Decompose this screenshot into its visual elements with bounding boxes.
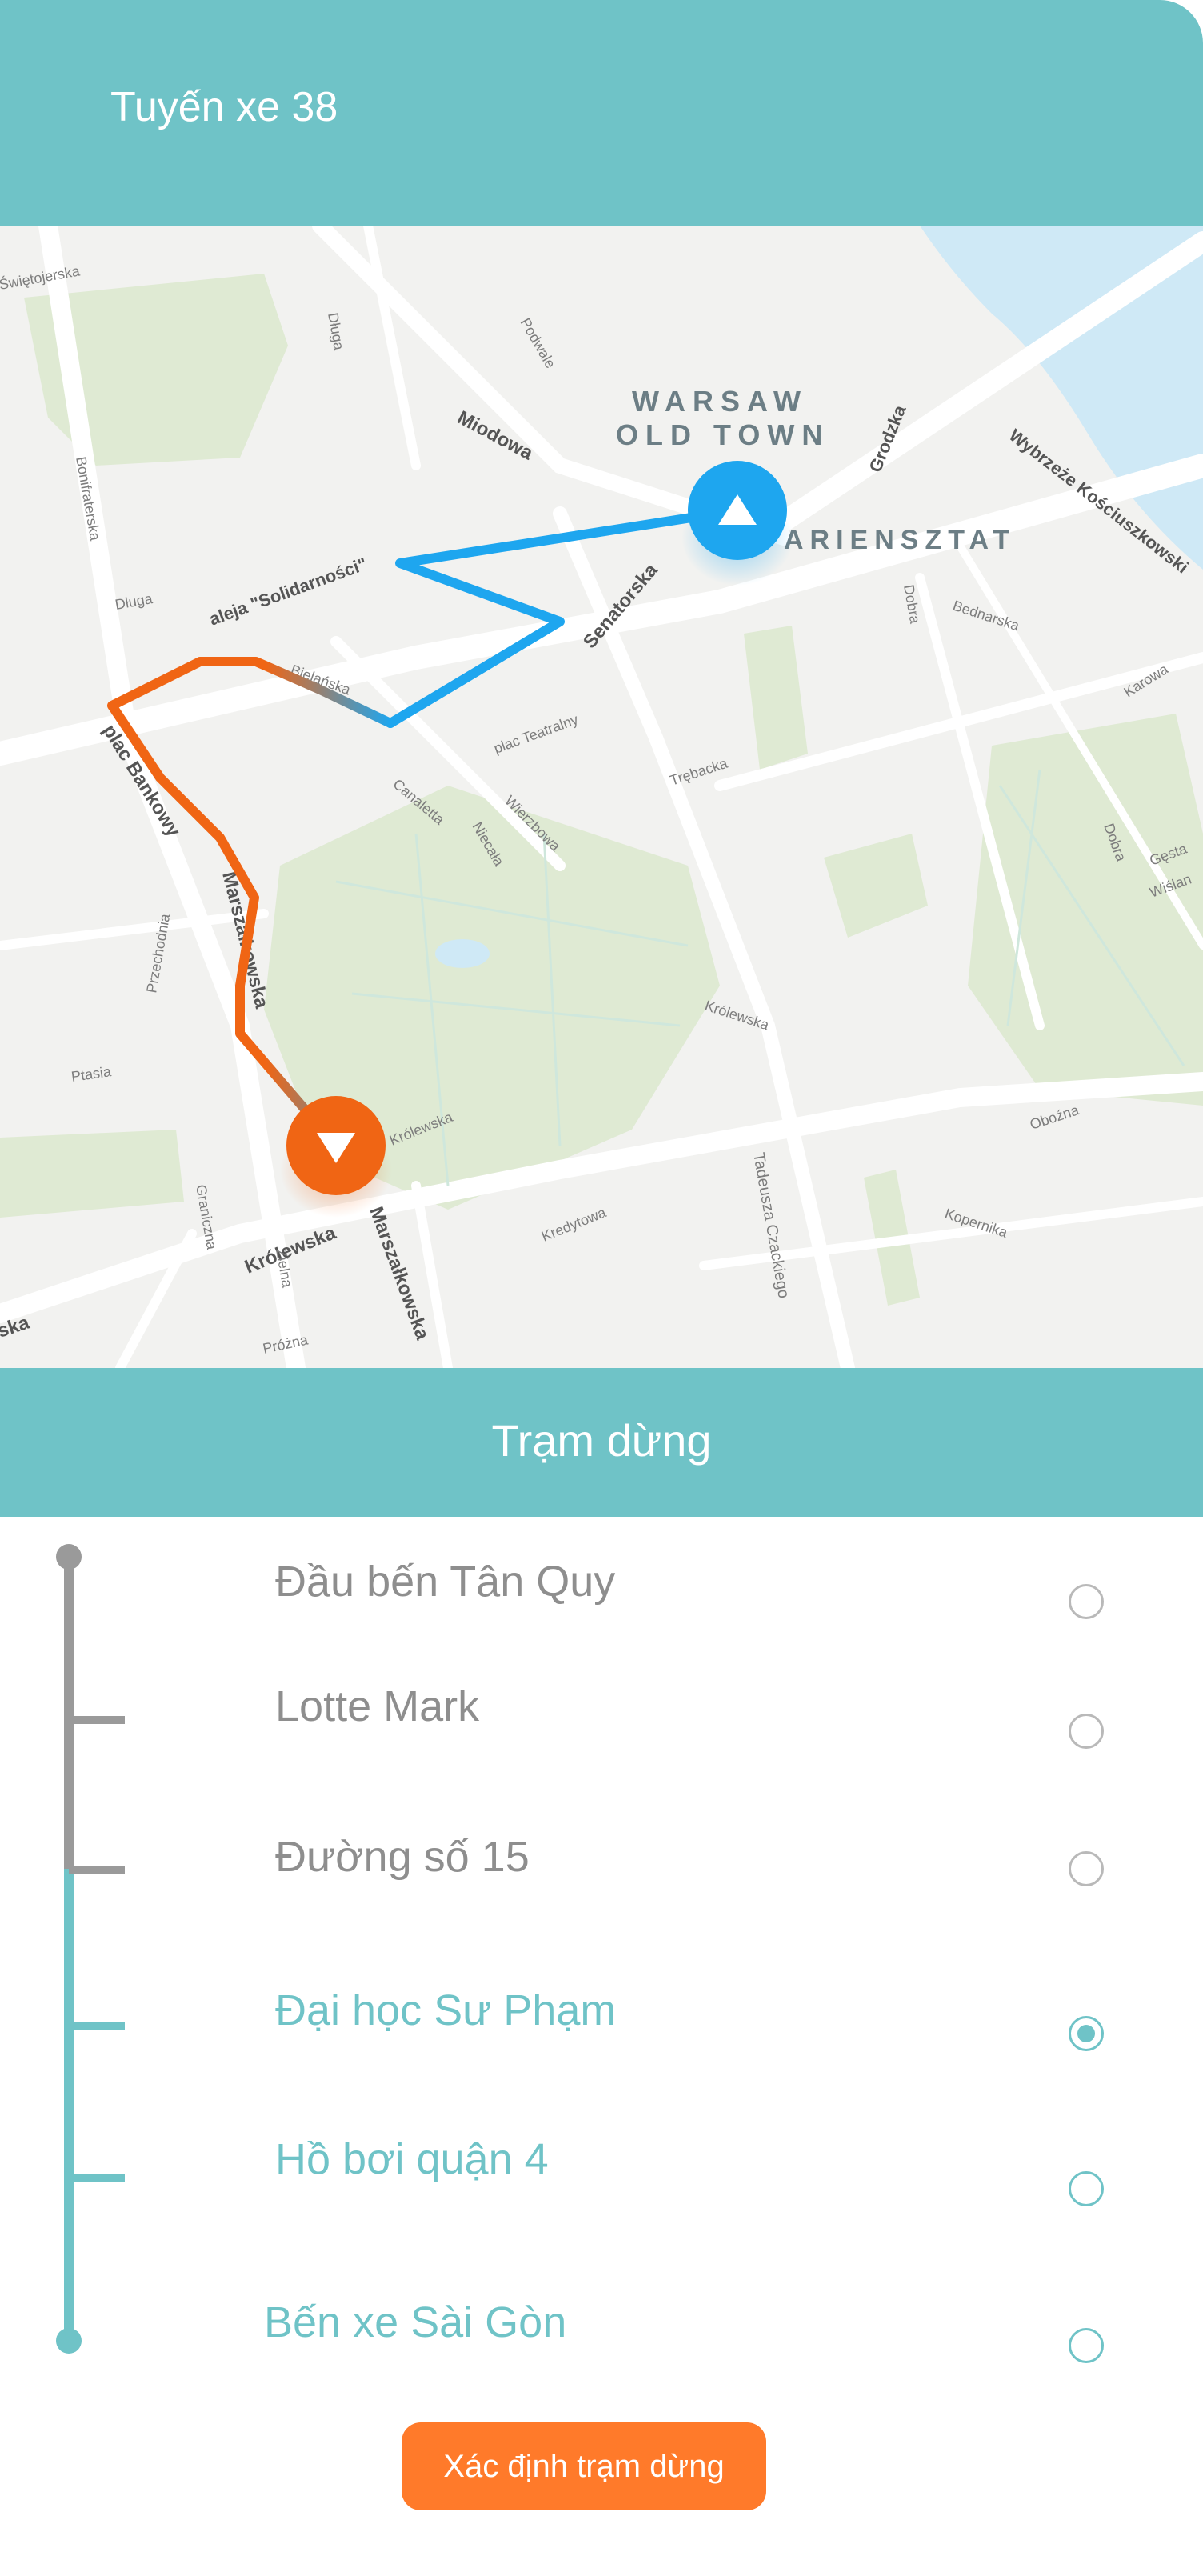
svg-text:Podwale: Podwale [518, 315, 559, 371]
stop-radio[interactable] [1069, 1714, 1104, 1749]
svg-text:plac Teatralny: plac Teatralny [492, 711, 581, 757]
stops-header: Trạm dừng [0, 1368, 1203, 1517]
svg-text:Długa: Długa [114, 590, 154, 613]
park-small [824, 834, 928, 938]
stop-label[interactable]: Bến xe Sài Gòn [264, 2298, 566, 2347]
stops-title: Trạm dừng [491, 1415, 712, 1466]
stop-radio[interactable] [1069, 1584, 1104, 1619]
svg-text:plac Bankowy: plac Bankowy [98, 721, 185, 842]
stop-label[interactable]: Hồ bơi quận 4 [275, 2134, 549, 2184]
svg-text:Kredytowa: Kredytowa [539, 1204, 609, 1245]
svg-text:Ptasia: Ptasia [70, 1063, 113, 1085]
timeline-line [56, 1544, 125, 2354]
stop-radio[interactable] [1069, 2171, 1104, 2206]
stop-timeline: Đầu bến Tân Quy Lotte Mark Đường số 15 Đ… [0, 1517, 1203, 2381]
park-sw [0, 1130, 184, 1218]
park-strip [744, 626, 808, 770]
svg-text:Tadeusza Czackiego: Tadeusza Czackiego [749, 1151, 793, 1300]
stop-radio[interactable] [1069, 1851, 1104, 1886]
confirm-stop-button[interactable]: Xác định trạm dừng [402, 2422, 766, 2510]
stop-label[interactable]: Lotte Mark [275, 1682, 479, 1731]
svg-text:Świętojerska: Świętojerska [0, 262, 82, 293]
svg-text:Długa: Długa [325, 311, 347, 352]
svg-text:Bednarska: Bednarska [951, 598, 1022, 634]
svg-text:aleja "Solidarności": aleja "Solidarności" [206, 554, 370, 630]
park-east [968, 714, 1203, 1106]
map-label-old-town: OLD TOWN [616, 418, 829, 451]
svg-text:Oboźna: Oboźna [1028, 1102, 1081, 1133]
stop-label[interactable]: Đại học Sư Phạm [275, 1986, 616, 2035]
stop-label[interactable]: Đường số 15 [275, 1832, 530, 1882]
stop-radio-selected[interactable] [1069, 2016, 1104, 2051]
route-title: Tuyến xe 38 [110, 84, 338, 130]
map-label-mariensztat: ARIENSZTAT [784, 525, 1016, 555]
route-map[interactable]: WARSAW OLD TOWN ARIENSZTAT Miodowa aleja… [0, 226, 1203, 1368]
map-label-warsaw: WARSAW [632, 385, 808, 418]
stop-label[interactable]: Đầu bến Tân Quy [275, 1557, 615, 1606]
stop-radio[interactable] [1069, 2328, 1104, 2363]
app-header: Tuyến xe 38 [0, 0, 1203, 226]
